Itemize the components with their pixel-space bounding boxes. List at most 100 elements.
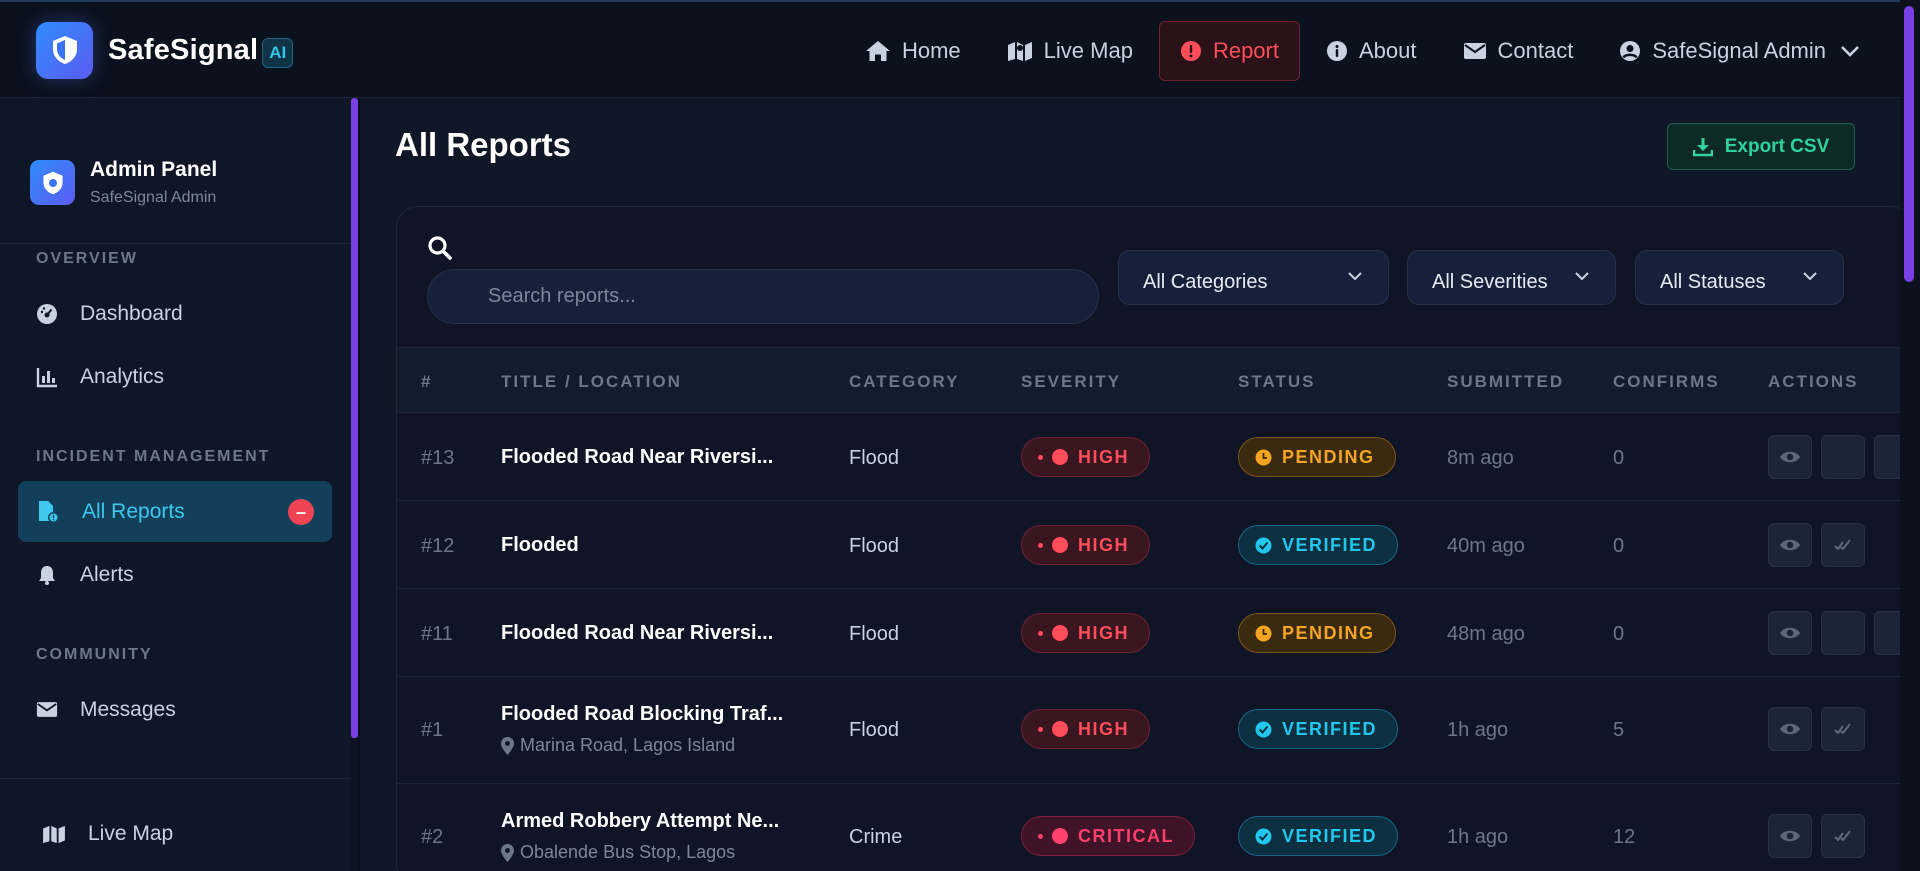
nav-report-label: Report bbox=[1212, 38, 1279, 63]
export-csv-label: Export CSV bbox=[1724, 135, 1830, 157]
sidebar-item-dashboard[interactable]: Dashboard bbox=[18, 283, 332, 344]
severity-filter-select[interactable]: All Severities bbox=[1407, 250, 1616, 305]
row-submitted: 1h ago bbox=[1447, 826, 1509, 848]
sidebar-item-label: Alerts bbox=[80, 562, 134, 586]
status-badge: VERIFIED bbox=[1238, 709, 1399, 749]
row-title[interactable]: Flooded Road Near Riversi... bbox=[501, 446, 773, 469]
view-button[interactable] bbox=[1768, 814, 1812, 858]
sidebar-item-label: Live Map bbox=[88, 821, 174, 845]
nav-report[interactable]: Report bbox=[1158, 21, 1300, 81]
page-scrollbar-thumb[interactable] bbox=[1904, 6, 1914, 282]
verify-button[interactable] bbox=[1821, 611, 1865, 655]
verify-button[interactable] bbox=[1821, 523, 1865, 567]
severity-badge: HIGH bbox=[1021, 437, 1150, 477]
brand[interactable]: SafeSignal AI bbox=[36, 21, 294, 79]
sidebar-item-alerts[interactable]: Alerts bbox=[18, 544, 332, 605]
status-label: VERIFIED bbox=[1282, 718, 1378, 739]
sidebar-item-live-map[interactable]: Live Map bbox=[24, 803, 338, 864]
row-category: Crime bbox=[849, 826, 903, 848]
row-submitted: 1h ago bbox=[1447, 719, 1509, 741]
sidebar-item-label: Dashboard bbox=[80, 301, 183, 325]
chevron-down-icon bbox=[1803, 272, 1817, 281]
status-label: VERIFIED bbox=[1282, 534, 1378, 555]
table-row[interactable]: #13 Flooded Road Near Riversi... Flood H… bbox=[397, 413, 1911, 501]
row-confirms: 0 bbox=[1613, 447, 1625, 469]
row-confirms: 0 bbox=[1613, 623, 1625, 645]
sidebar-item-analytics[interactable]: Analytics bbox=[18, 346, 332, 407]
nav-live-map[interactable]: Live Map bbox=[987, 21, 1153, 81]
user-menu[interactable]: SafeSignal Admin bbox=[1599, 21, 1880, 81]
double-check-icon bbox=[1834, 830, 1851, 842]
verify-button[interactable] bbox=[1821, 435, 1865, 479]
brand-ai-badge: AI bbox=[262, 38, 294, 68]
reports-panel: All Categories All Severities All Status… bbox=[396, 206, 1912, 871]
table-row[interactable]: #1 Flooded Road Blocking Traf... Marina … bbox=[397, 677, 1911, 784]
row-id: #13 bbox=[421, 447, 455, 469]
row-location-text: Marina Road, Lagos Island bbox=[520, 735, 736, 755]
gauge-icon bbox=[37, 303, 57, 324]
eye-icon bbox=[1780, 539, 1800, 551]
nav-about[interactable]: About bbox=[1306, 21, 1437, 81]
nav-home[interactable]: Home bbox=[845, 21, 981, 81]
export-csv-button[interactable]: Export CSV bbox=[1667, 123, 1855, 170]
view-button[interactable] bbox=[1768, 523, 1812, 567]
chevron-down-icon bbox=[1575, 272, 1589, 281]
admin-panel-subtitle: SafeSignal Admin bbox=[90, 189, 217, 206]
status-badge: VERIFIED bbox=[1238, 525, 1399, 565]
top-navbar: SafeSignal AI Home Live Map Report About… bbox=[0, 0, 1920, 98]
column-header-confirms[interactable]: CONFIRMS bbox=[1613, 372, 1720, 392]
category-filter-select[interactable]: All Categories bbox=[1118, 250, 1389, 305]
file-report-icon bbox=[39, 500, 59, 523]
row-category: Flood bbox=[849, 719, 900, 741]
view-button[interactable] bbox=[1768, 435, 1812, 479]
check-circle-icon bbox=[1255, 537, 1272, 553]
double-check-icon bbox=[1834, 723, 1851, 735]
row-id: #1 bbox=[421, 719, 444, 741]
nav-contact[interactable]: Contact bbox=[1443, 21, 1594, 81]
verify-button[interactable] bbox=[1821, 707, 1865, 751]
view-button[interactable] bbox=[1768, 611, 1812, 655]
severity-dot-icon bbox=[1052, 537, 1068, 553]
column-header-category[interactable]: CATEGORY bbox=[849, 372, 959, 392]
table-row[interactable]: #12 Flooded Flood HIGH VERIFIED 40m ago … bbox=[397, 501, 1911, 589]
table-row[interactable]: #2 Armed Robbery Attempt Ne... Obalende … bbox=[397, 784, 1911, 871]
verify-button[interactable] bbox=[1821, 814, 1865, 858]
status-filter-select[interactable]: All Statuses bbox=[1635, 250, 1844, 305]
row-category: Flood bbox=[849, 447, 900, 469]
sidebar-item-label: All Reports bbox=[82, 499, 185, 523]
sidebar-item-messages[interactable]: Messages bbox=[18, 679, 332, 740]
row-confirms: 0 bbox=[1613, 535, 1625, 557]
column-header-status[interactable]: STATUS bbox=[1238, 372, 1315, 392]
main-nav: Home Live Map Report About Contact SafeS… bbox=[839, 21, 1880, 81]
sidebar-item-all-reports[interactable]: All Reports – bbox=[18, 481, 332, 542]
severity-dot-icon bbox=[1052, 721, 1068, 737]
status-label: PENDING bbox=[1282, 446, 1375, 467]
severity-filter-value: All Severities bbox=[1432, 271, 1548, 293]
column-header-title[interactable]: TITLE / LOCATION bbox=[501, 372, 682, 392]
chevron-down-icon bbox=[1841, 46, 1859, 57]
row-title[interactable]: Flooded Road Blocking Traf... bbox=[501, 703, 783, 726]
main-content: All Reports Export CSV All Categories Al… bbox=[360, 98, 1912, 871]
severity-badge: HIGH bbox=[1021, 525, 1150, 565]
view-button[interactable] bbox=[1768, 707, 1812, 751]
column-header-id[interactable]: # bbox=[421, 372, 432, 392]
column-header-submitted[interactable]: SUBMITTED bbox=[1447, 372, 1564, 392]
row-title[interactable]: Flooded bbox=[501, 534, 579, 557]
row-location: Obalende Bus Stop, Lagos bbox=[501, 842, 735, 863]
search-input[interactable] bbox=[427, 269, 1099, 324]
severity-dot-icon bbox=[1038, 454, 1043, 460]
sidebar-scroll-indicator[interactable] bbox=[351, 98, 358, 738]
check-circle-icon bbox=[1255, 828, 1272, 844]
row-title[interactable]: Armed Robbery Attempt Ne... bbox=[501, 810, 779, 833]
section-overview: OVERVIEW bbox=[36, 250, 138, 267]
row-category: Flood bbox=[849, 535, 900, 557]
row-title[interactable]: Flooded Road Near Riversi... bbox=[501, 622, 773, 645]
info-icon bbox=[1327, 41, 1347, 61]
column-header-severity[interactable]: SEVERITY bbox=[1021, 372, 1121, 392]
table-row[interactable]: #11 Flooded Road Near Riversi... Flood H… bbox=[397, 589, 1911, 677]
clock-icon bbox=[1255, 625, 1272, 641]
row-confirms: 5 bbox=[1613, 719, 1625, 741]
row-location-text: Obalende Bus Stop, Lagos bbox=[520, 842, 736, 862]
severity-label: HIGH bbox=[1078, 718, 1129, 739]
admin-sidebar: Admin Panel SafeSignal Admin OVERVIEW Da… bbox=[0, 98, 351, 871]
